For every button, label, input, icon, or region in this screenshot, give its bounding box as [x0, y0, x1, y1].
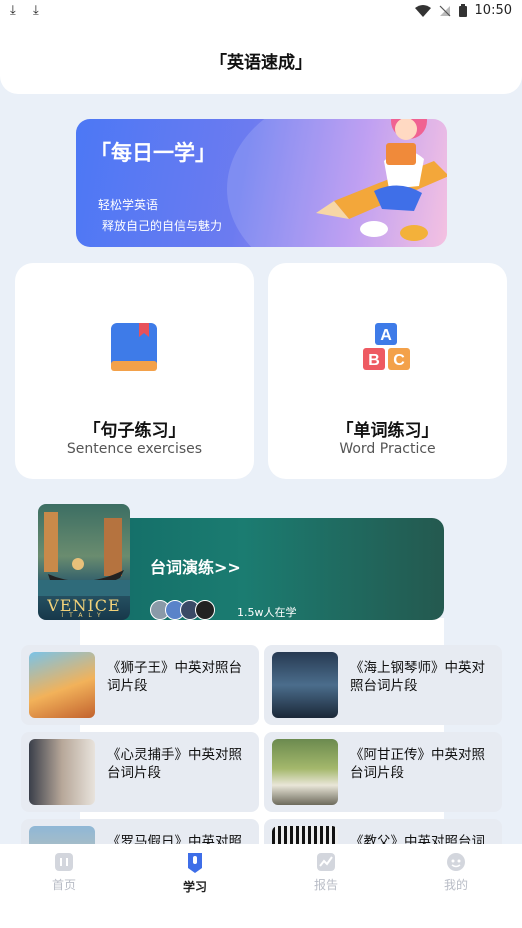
banner-line-2: 释放自己的自信与魅力 — [102, 219, 223, 233]
list-item[interactable]: 《阿甘正传》中英对照台词片段 — [264, 732, 502, 812]
svg-text:B: B — [368, 352, 380, 369]
wifi-icon — [414, 4, 431, 17]
movie-thumbnail — [272, 652, 338, 718]
banner-line-1: 轻松学英语 — [98, 198, 159, 212]
card-subtitle: Word Practice — [339, 441, 436, 457]
tab-label: 报告 — [313, 878, 338, 892]
signal-off-icon — [439, 5, 450, 16]
book-icon — [111, 323, 157, 371]
movie-thumbnail — [29, 739, 95, 805]
tab-label: 我的 — [443, 878, 468, 892]
movie-thumbnail — [29, 652, 95, 718]
bottom-tab-bar: 首页 学习 报告 我的 — [0, 844, 522, 928]
home-icon — [55, 853, 73, 871]
study-icon — [188, 853, 202, 873]
card-title: 「句子练习」 — [83, 421, 186, 441]
card-title: 「单词练习」 — [336, 421, 439, 441]
svg-text:A: A — [380, 327, 392, 344]
clock: 10:50 — [474, 3, 512, 18]
word-practice-card[interactable]: A B C 「单词练习」 Word Practice — [268, 263, 507, 479]
daily-learn-banner[interactable]: 「每日一学」 轻松学英语 释放自己的自信与魅力 — [76, 119, 447, 247]
profile-icon — [447, 853, 465, 871]
dialogue-practice-banner[interactable]: 台词演练>> 1.5w人在学 — [80, 518, 444, 620]
movie-thumbnail — [272, 739, 338, 805]
card-subtitle: Sentence exercises — [66, 441, 203, 457]
page-title: 「英语速成」 — [210, 53, 312, 73]
tab-label: 首页 — [51, 878, 76, 892]
learner-avatars — [150, 600, 215, 620]
download-icon: ⤓ — [10, 3, 16, 18]
status-bar: ⤓ ⤓ 10:50 — [0, 0, 522, 24]
learner-count: 1.5w人在学 — [237, 606, 297, 619]
item-title: 《海上钢琴师》中英对照台词片段 — [350, 660, 485, 694]
banner-title: 「每日一学」 — [90, 141, 216, 165]
poster-subtitle: ITALY — [61, 612, 107, 619]
abc-blocks-icon: A B C — [363, 323, 410, 370]
tab-label: 学习 — [182, 880, 207, 894]
tab-home[interactable]: 首页 — [24, 852, 104, 893]
list-item[interactable]: 《海上钢琴师》中英对照台词片段 — [264, 645, 502, 725]
avatar — [195, 600, 215, 620]
download-icon: ⤓ — [33, 3, 39, 18]
chart-icon — [317, 853, 335, 871]
item-title: 《狮子王》中英对照台词片段 — [107, 660, 242, 694]
tab-profile[interactable]: 我的 — [416, 852, 496, 893]
sentence-practice-card[interactable]: 「句子练习」 Sentence exercises — [15, 263, 254, 479]
item-title: 《阿甘正传》中英对照台词片段 — [350, 747, 485, 781]
battery-icon — [458, 4, 467, 17]
venice-poster-image: VENICE ITALY — [38, 504, 130, 620]
tab-study[interactable]: 学习 — [155, 852, 235, 895]
tab-report[interactable]: 报告 — [286, 852, 366, 893]
svg-text:C: C — [393, 352, 405, 369]
girl-on-pencil-illustration — [316, 119, 447, 241]
list-item[interactable]: 《心灵捕手》中英对照台词片段 — [21, 732, 259, 812]
section-title: 台词演练>> — [150, 558, 241, 577]
item-title: 《心灵捕手》中英对照台词片段 — [107, 747, 242, 781]
gondola-illustration — [38, 512, 130, 596]
list-item[interactable]: 《狮子王》中英对照台词片段 — [21, 645, 259, 725]
